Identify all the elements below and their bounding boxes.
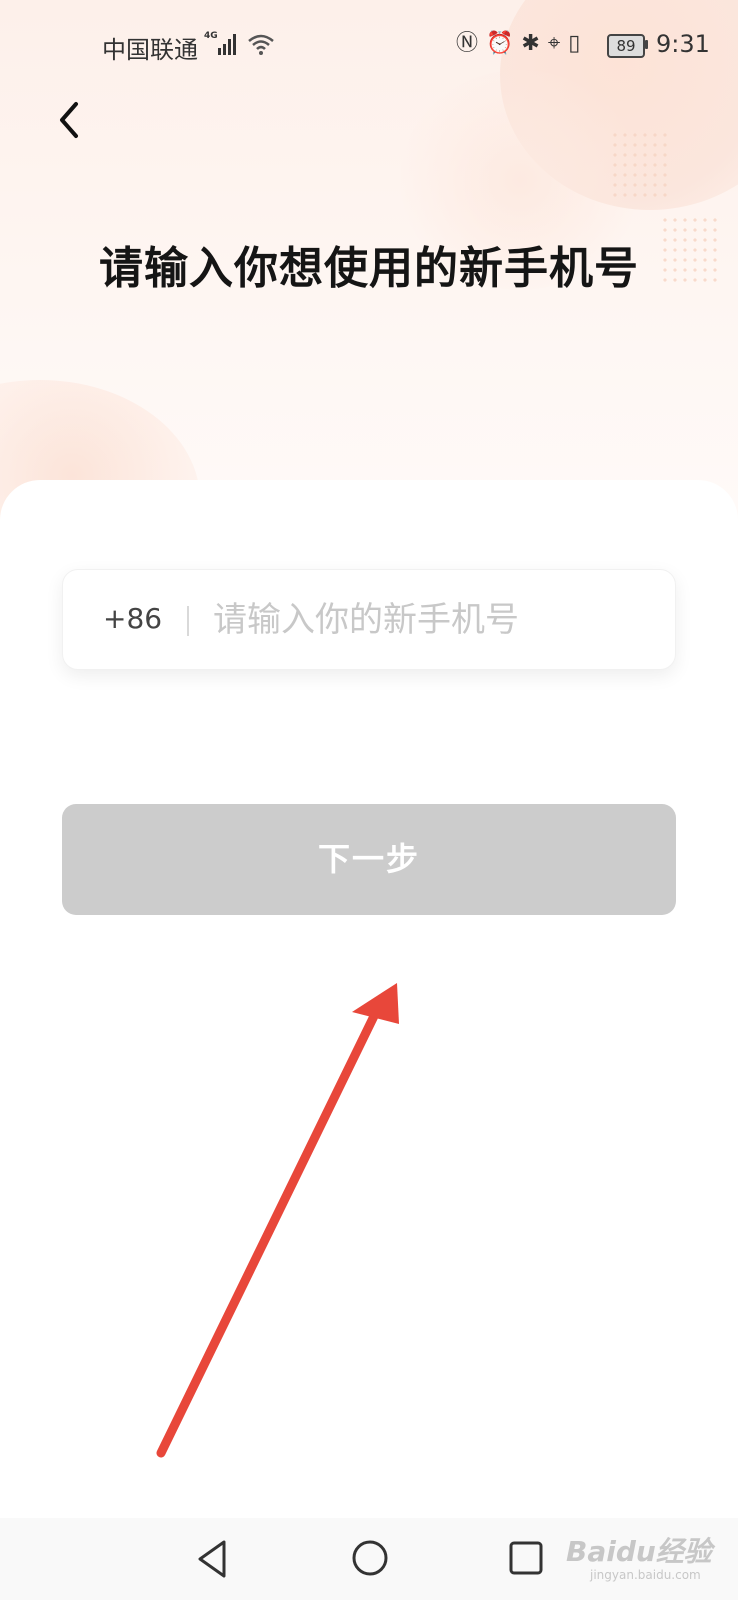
watermark: Baidu经验 bbox=[566, 1535, 712, 1568]
phone-number-field[interactable]: +86 bbox=[62, 569, 676, 670]
location-icon: ⌖ bbox=[547, 31, 561, 56]
square-recent-icon[interactable] bbox=[508, 1540, 544, 1576]
next-step-button[interactable]: 下一步 bbox=[62, 804, 676, 915]
triangle-back-icon[interactable] bbox=[194, 1538, 230, 1580]
clock: 9:31 bbox=[656, 30, 710, 58]
battery-icon: 89 bbox=[607, 34, 645, 58]
cellular-signal-icon: 4G bbox=[204, 31, 236, 55]
battery-level: 89 bbox=[616, 37, 636, 55]
country-code[interactable]: +86 bbox=[103, 602, 162, 635]
vibrate-icon: ▯ bbox=[568, 31, 581, 56]
svg-text:4G: 4G bbox=[204, 31, 218, 41]
watermark-url: jingyan.baidu.com bbox=[590, 1568, 701, 1582]
status-icons: Ⓝ ⏰ ✱ ⌖ ▯ bbox=[456, 30, 580, 58]
back-chevron-icon[interactable] bbox=[52, 98, 92, 142]
wifi-icon bbox=[248, 34, 274, 55]
phone-number-input[interactable] bbox=[213, 592, 653, 648]
status-bar: 中国联通 4G Ⓝ ⏰ ✱ ⌖ ▯ 89 9:31 bbox=[0, 22, 738, 70]
nfc-icon: Ⓝ bbox=[456, 31, 479, 56]
circle-home-icon[interactable] bbox=[350, 1538, 390, 1578]
decorative-dots bbox=[610, 130, 670, 200]
battery-tip bbox=[645, 40, 648, 49]
bluetooth-icon: ✱ bbox=[521, 31, 540, 56]
page-title: 请输入你想使用的新手机号 bbox=[99, 243, 639, 294]
field-divider bbox=[187, 606, 189, 636]
carrier-name: 中国联通 bbox=[102, 36, 198, 64]
alarm-icon: ⏰ bbox=[486, 31, 514, 56]
